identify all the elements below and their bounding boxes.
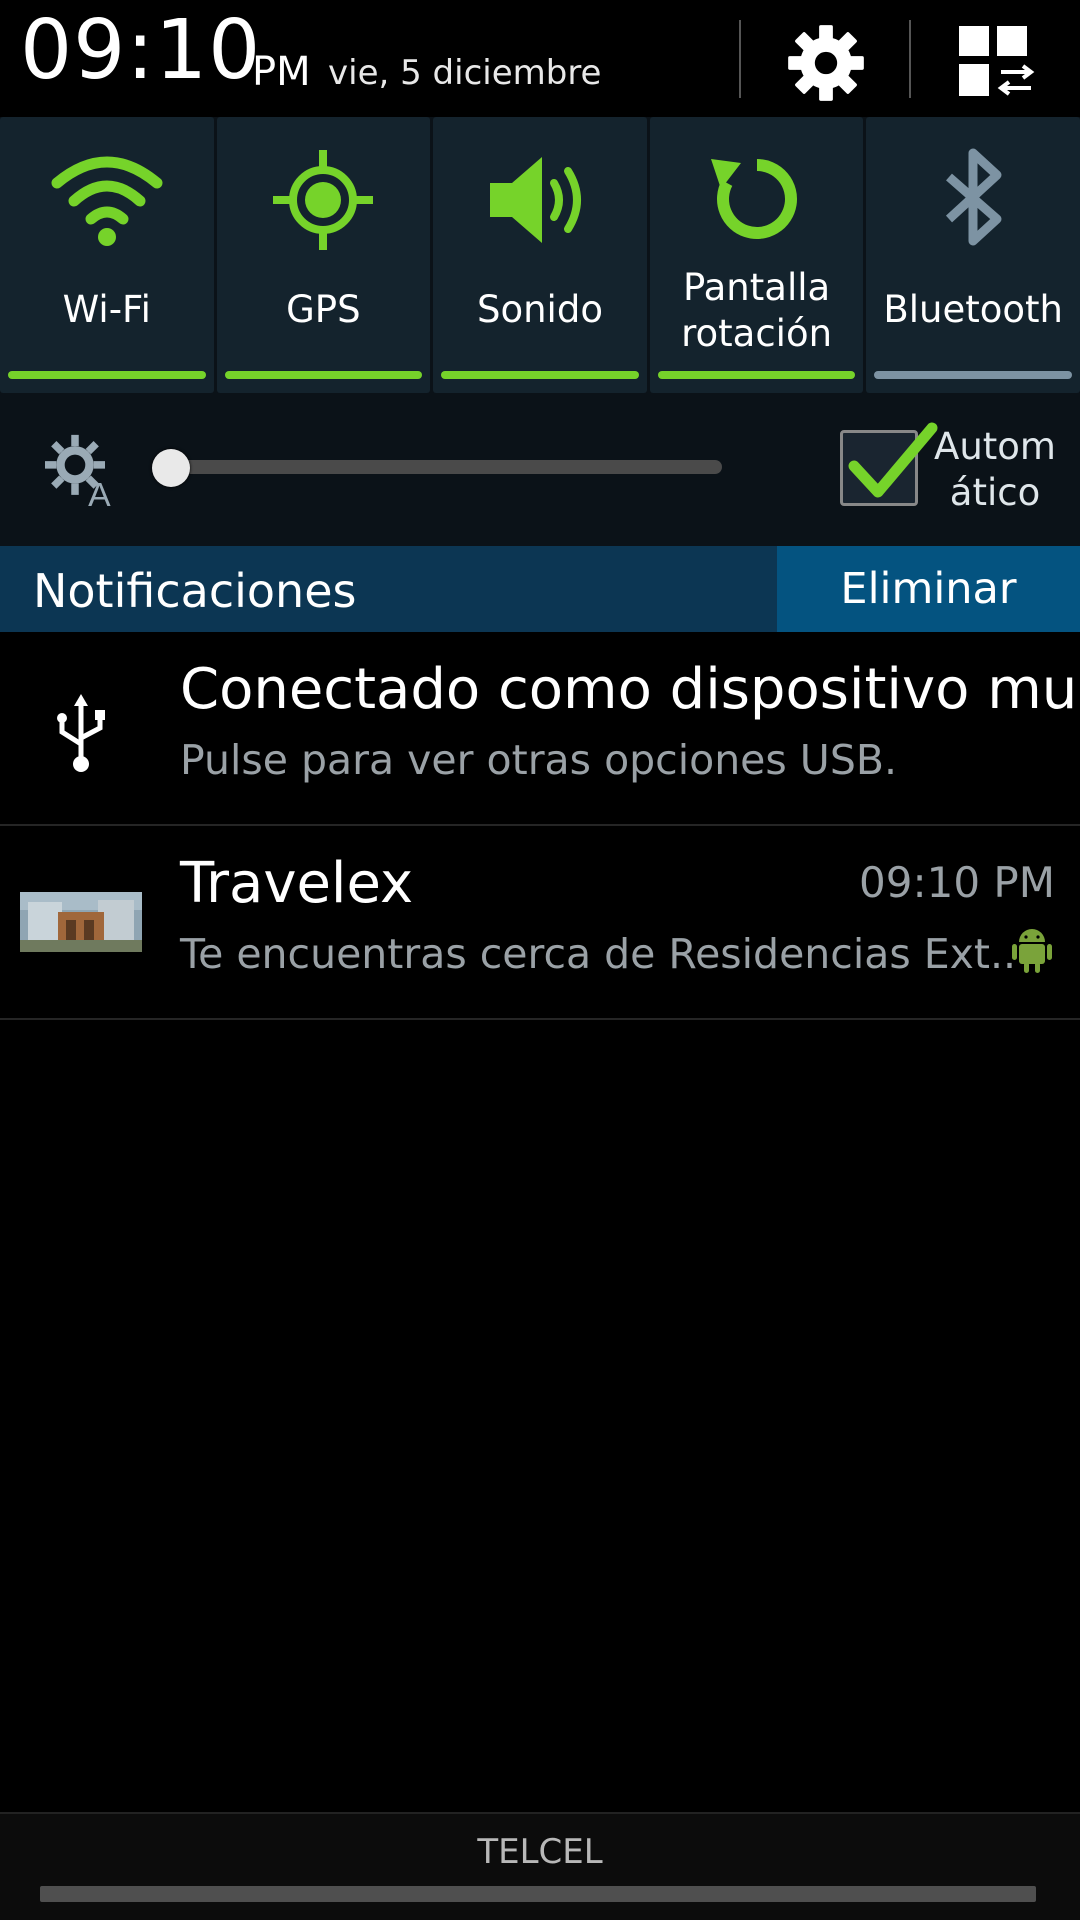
notification-title: Conectado como dispositivo mu..: [180, 657, 1080, 722]
clock-ampm: PM: [252, 49, 311, 95]
toggle-label: Bluetooth: [883, 288, 1063, 331]
divider: [739, 20, 741, 98]
carrier-bar: TELCEL: [0, 1812, 1080, 1920]
date-label: vie, 5 diciembre: [328, 53, 602, 93]
building-thumbnail: [20, 892, 142, 952]
android-icon: [1012, 929, 1052, 973]
carrier-label: TELCEL: [477, 1832, 603, 1872]
wifi-icon: [51, 156, 163, 246]
multi-window-icon[interactable]: [957, 22, 1037, 102]
auto-brightness-label: Autom ático: [930, 424, 1060, 516]
brightness-auto-icon: A: [45, 434, 111, 508]
quick-settings-panel: Wi-Fi GPS Sonido Pantalla rotación Bluet…: [0, 117, 1080, 393]
auto-label-line2: ático: [949, 471, 1041, 514]
toggle-label: Sonido: [476, 288, 603, 331]
toggle-rotation[interactable]: Pantalla rotación: [649, 117, 864, 393]
clear-notifications-button[interactable]: Eliminar: [777, 546, 1080, 632]
notifications-title: Notificaciones: [33, 564, 357, 618]
checkmark-icon: [848, 422, 938, 498]
notification-text: Te encuentras cerca de Residencias Ext..: [180, 930, 1017, 978]
notification-time: 09:10 PM: [859, 858, 1055, 907]
gps-icon: [273, 150, 374, 250]
bluetooth-icon: [946, 148, 1002, 246]
rotate-icon: [710, 159, 797, 239]
auto-label-line1: Autom: [934, 425, 1056, 468]
toggle-label: Wi-Fi: [62, 288, 151, 331]
usb-icon: [57, 694, 105, 772]
sound-icon: [489, 157, 581, 243]
toggle-indicator: [657, 371, 856, 379]
notification-travelex[interactable]: Travelex 09:10 PM Te encuentras cerca de…: [0, 828, 1080, 1020]
toggle-label: GPS: [286, 288, 361, 331]
brightness-slider-thumb[interactable]: [152, 449, 190, 487]
notification-usb[interactable]: Conectado como dispositivo mu.. Pulse pa…: [0, 634, 1080, 826]
toggle-label: Pantalla rotación: [650, 265, 864, 357]
gear-icon[interactable]: [783, 20, 869, 106]
toggle-indicator: [8, 371, 206, 379]
clock-time: 09:10: [20, 3, 262, 98]
toggle-label-line1: Pantalla: [682, 266, 831, 309]
toggle-indicator: [224, 371, 423, 379]
toggle-sound[interactable]: Sonido: [433, 117, 647, 393]
notification-text: Pulse para ver otras opciones USB.: [180, 736, 897, 784]
toggle-gps[interactable]: GPS: [216, 117, 431, 393]
notification-title: Travelex: [180, 851, 414, 916]
toggle-bluetooth[interactable]: Bluetooth: [866, 117, 1080, 393]
toggle-indicator: [874, 371, 1072, 379]
notifications-header: Notificaciones Eliminar: [0, 546, 1080, 632]
svg-text:A: A: [88, 476, 111, 508]
brightness-slider-track[interactable]: [166, 460, 722, 474]
toggle-label-line2: rotación: [681, 312, 833, 355]
toggle-wifi[interactable]: Wi-Fi: [0, 117, 214, 393]
toggle-indicator: [441, 371, 639, 379]
status-header: 09:10 PM vie, 5 diciembre: [0, 0, 1080, 118]
divider: [909, 20, 911, 98]
drag-handle[interactable]: [40, 1886, 1036, 1902]
